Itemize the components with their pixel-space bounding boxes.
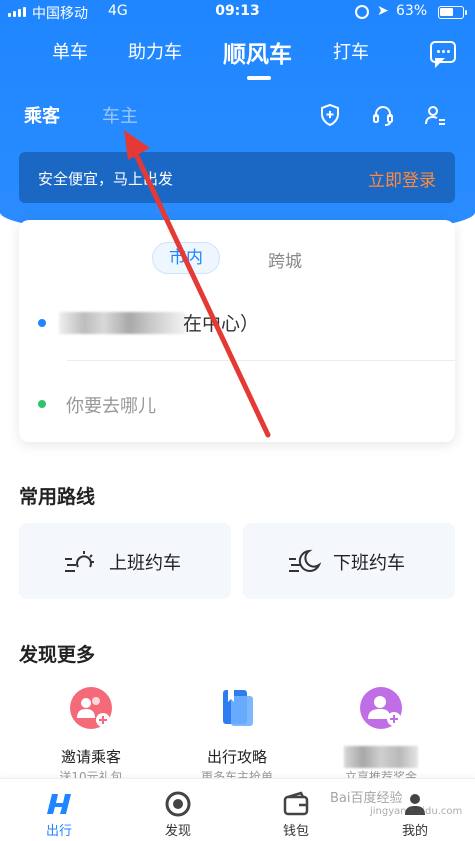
end-dot-icon	[38, 400, 46, 408]
start-dot-icon	[38, 319, 46, 327]
discover-label-invite-passenger: 邀请乘客	[60, 748, 121, 766]
user-settings-icon[interactable]	[423, 103, 447, 127]
discover-travel-guide[interactable]: 出行攻略 更多车主抢单	[162, 686, 312, 786]
message-icon[interactable]	[430, 41, 456, 68]
shield-plus-icon[interactable]	[318, 103, 342, 127]
moon-icon	[289, 549, 321, 572]
battery-icon	[438, 6, 467, 19]
discover-icon	[165, 791, 191, 817]
field-divider	[67, 360, 455, 361]
headset-icon[interactable]	[371, 103, 395, 127]
guide-book-icon	[223, 690, 253, 726]
route-commute-to-work[interactable]: 上班约车	[19, 523, 231, 599]
route-commute-home[interactable]: 下班约车	[243, 523, 455, 599]
active-tab-indicator	[247, 76, 271, 80]
role-tabs: 乘客 车主	[0, 102, 475, 130]
login-button[interactable]: 立即登录	[368, 166, 436, 191]
main-tabs: 单车 助力车 顺风车 打车	[0, 38, 475, 78]
rotation-lock-icon	[355, 5, 369, 19]
invite-driver-icon	[360, 687, 402, 729]
route-label-to-work: 上班约车	[109, 553, 181, 574]
tab-bike[interactable]: 单车	[52, 38, 88, 64]
tab-taxi[interactable]: 打车	[333, 38, 369, 64]
nav-trips[interactable]: 出行	[0, 779, 118, 841]
role-tab-passenger[interactable]: 乘客	[24, 102, 60, 128]
routes-title: 常用路线	[19, 486, 96, 508]
segment-intercity[interactable]: 跨城	[268, 247, 302, 272]
nav-label-profile: 我的	[401, 824, 428, 839]
location-arrow-icon: ➤	[377, 3, 389, 19]
trip-card: 市内 跨城 在中心） 你要去哪儿	[19, 220, 455, 442]
sunrise-icon	[65, 551, 94, 572]
watermark: Bai百度经验	[330, 791, 403, 806]
status-bar: 中国移动 4G 09:13 ➤ 63%	[0, 0, 475, 26]
tab-carpool[interactable]: 顺风车	[223, 35, 292, 69]
route-label-home: 下班约车	[333, 553, 405, 574]
hellobike-logo-icon	[47, 794, 71, 814]
wallet-icon	[283, 791, 309, 816]
nav-discover[interactable]: 发现	[119, 779, 237, 841]
login-banner: 安全便宜，马上出发 立即登录	[19, 152, 455, 203]
segment-intracity[interactable]: 市内	[152, 242, 220, 274]
discover-invite-passenger[interactable]: 邀请乘客 送10元礼包	[16, 686, 166, 786]
blurred-label	[344, 746, 418, 768]
login-banner-text: 安全便宜，马上出发	[38, 170, 174, 188]
start-location-text: 在中心）	[183, 313, 260, 335]
nav-label-discover: 发现	[164, 824, 191, 839]
nav-label-wallet: 钱包	[282, 824, 309, 839]
battery-percentage: 63%	[396, 3, 428, 19]
discover-invite-driver[interactable]: 立享推荐奖金	[306, 686, 456, 786]
discover-title: 发现更多	[19, 644, 96, 666]
start-location-field[interactable]: 在中心）	[19, 300, 455, 360]
tab-ebike[interactable]: 助力车	[128, 38, 182, 64]
invite-passenger-icon	[70, 687, 112, 729]
nav-label-trips: 出行	[45, 824, 72, 839]
blurred-address	[59, 312, 187, 334]
watermark-url: jingyan.baidu.com	[370, 806, 463, 817]
destination-field[interactable]: 你要去哪儿	[66, 392, 156, 418]
role-tab-driver[interactable]: 车主	[102, 102, 138, 128]
discover-label-travel-guide: 出行攻略	[206, 748, 267, 766]
